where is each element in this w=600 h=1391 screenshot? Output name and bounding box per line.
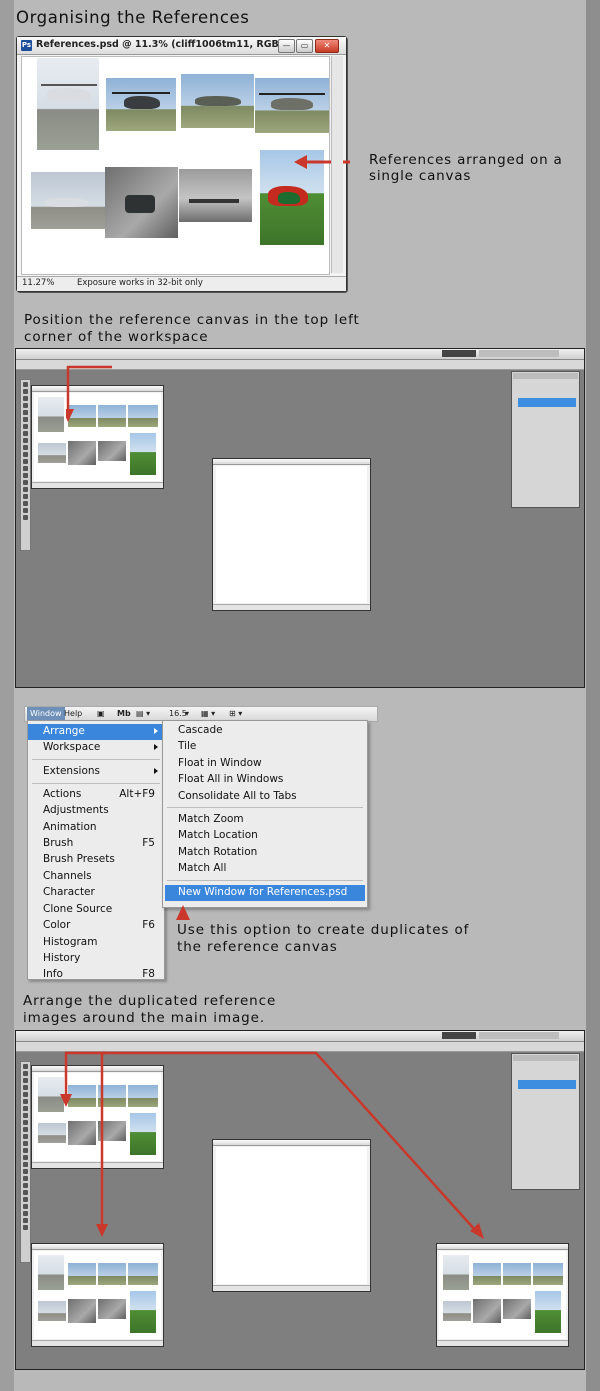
- layers-panel[interactable]: [511, 371, 580, 508]
- menu-window[interactable]: Window: [27, 707, 65, 721]
- menu-item-history[interactable]: History: [43, 952, 80, 964]
- reference-photo-gun-detail: [179, 169, 252, 222]
- arrange-documents-icon[interactable]: ▦ ▾: [201, 707, 215, 721]
- menu-item-actions[interactable]: Actions: [43, 788, 81, 800]
- shortcut-actions: Alt+F9: [119, 788, 155, 800]
- status-message: Exposure works in 32-bit only: [77, 278, 203, 288]
- menu-item-brush[interactable]: Brush: [43, 837, 73, 849]
- minimize-button[interactable]: —: [278, 39, 295, 53]
- menu-item-histogram[interactable]: Histogram: [43, 936, 97, 948]
- reference-photo-a10: [181, 74, 254, 128]
- submenu-item-match-rotation[interactable]: Match Rotation: [178, 846, 257, 858]
- application-menu-bar[interactable]: [16, 349, 584, 360]
- submenu-item-float-in-window[interactable]: Float in Window: [178, 757, 262, 769]
- menu-separator: [32, 759, 160, 760]
- callout-arrow-icon: [294, 155, 350, 169]
- menu-item-brush-presets[interactable]: Brush Presets: [43, 853, 115, 865]
- submenu-item-match-all[interactable]: Match All: [178, 862, 226, 874]
- submenu-item-new-window[interactable]: New Window for References.psd: [178, 886, 347, 898]
- right-margin-strip: [586, 0, 600, 1391]
- menu-item-animation[interactable]: Animation: [43, 821, 97, 833]
- menu-item-extensions[interactable]: Extensions: [43, 765, 100, 777]
- menu-separator: [167, 880, 363, 881]
- menu-separator: [167, 807, 363, 808]
- shortcut-brush: F5: [142, 837, 155, 849]
- submenu-item-tile[interactable]: Tile: [178, 740, 196, 752]
- photoshop-workspace: [15, 1030, 585, 1370]
- reference-canvas[interactable]: [21, 56, 350, 275]
- document-status-bar: 11.27% Exposure works in 32-bit only: [17, 276, 346, 291]
- section-heading: Organising the References: [16, 8, 250, 27]
- reference-photo-global-hawk: [31, 172, 105, 229]
- reference-photo-cobra: [255, 78, 329, 133]
- arrange-submenu: Cascade Tile Float in Window Float All i…: [162, 720, 368, 908]
- reference-photo-rocket-pod: [105, 167, 178, 238]
- menu-item-clone-source[interactable]: Clone Source: [43, 903, 112, 915]
- menu-separator: [32, 783, 160, 784]
- section-caption: Use this option to create duplicates of …: [177, 922, 470, 955]
- photoshop-workspace: [15, 348, 585, 688]
- section-caption: Position the reference canvas in the top…: [24, 312, 360, 345]
- submenu-arrow-icon: [154, 768, 158, 774]
- screen-mode-icon[interactable]: ⊞ ▾: [229, 707, 242, 721]
- main-image-window[interactable]: [212, 458, 371, 611]
- guide-arrows-icon: [60, 1051, 484, 1239]
- menu-item-color[interactable]: Color: [43, 919, 70, 931]
- bridge-icon[interactable]: ▣: [97, 707, 105, 721]
- zoom-level[interactable]: 11.27%: [22, 278, 54, 288]
- maximize-button[interactable]: ▭: [296, 39, 313, 53]
- submenu-arrow-icon: [154, 728, 158, 734]
- view-extras-icon[interactable]: ▤ ▾: [136, 707, 150, 721]
- reference-photo-drone: [37, 58, 99, 150]
- section-caption: Arrange the duplicated reference images …: [23, 993, 277, 1026]
- submenu-item-cascade[interactable]: Cascade: [178, 724, 223, 736]
- shortcut-color: F6: [142, 919, 155, 931]
- shortcut-info: F8: [142, 968, 155, 980]
- reference-photo-apache: [106, 78, 176, 131]
- callout-text: References arranged on a single canvas: [369, 152, 563, 184]
- menu-item-character[interactable]: Character: [43, 886, 95, 898]
- vertical-scrollbar[interactable]: [331, 56, 343, 273]
- up-arrow-icon: [176, 905, 190, 920]
- submenu-item-match-location[interactable]: Match Location: [178, 829, 258, 841]
- menu-item-arrange[interactable]: Arrange: [43, 725, 85, 737]
- close-button[interactable]: ✕: [315, 39, 339, 53]
- menu-help[interactable]: Help: [64, 707, 82, 721]
- menu-item-workspace[interactable]: Workspace: [43, 741, 100, 753]
- chevron-down-icon[interactable]: ▾: [185, 707, 189, 721]
- guide-arrow-icon: [66, 365, 112, 422]
- document-title: References.psd @ 11.3% (cliff1006tm11, R…: [36, 39, 294, 50]
- document-title-bar[interactable]: Ps References.psd @ 11.3% (cliff1006tm11…: [17, 37, 346, 55]
- submenu-item-float-all[interactable]: Float All in Windows: [178, 773, 283, 785]
- photoshop-icon: Ps: [21, 40, 32, 51]
- menu-item-channels[interactable]: Channels: [43, 870, 92, 882]
- submenu-item-consolidate[interactable]: Consolidate All to Tabs: [178, 790, 297, 802]
- submenu-arrow-icon: [154, 744, 158, 750]
- submenu-item-match-zoom[interactable]: Match Zoom: [178, 813, 244, 825]
- tools-panel[interactable]: [20, 379, 31, 551]
- mini-bridge-icon[interactable]: Mb: [117, 707, 131, 721]
- left-margin-strip: [0, 0, 14, 1391]
- menu-item-adjustments[interactable]: Adjustments: [43, 804, 109, 816]
- menu-item-info[interactable]: Info: [43, 968, 63, 979]
- references-document-window[interactable]: Ps References.psd @ 11.3% (cliff1006tm11…: [16, 36, 350, 292]
- window-menu-dropdown: Arrange Workspace Extensions Actions Alt…: [27, 720, 165, 980]
